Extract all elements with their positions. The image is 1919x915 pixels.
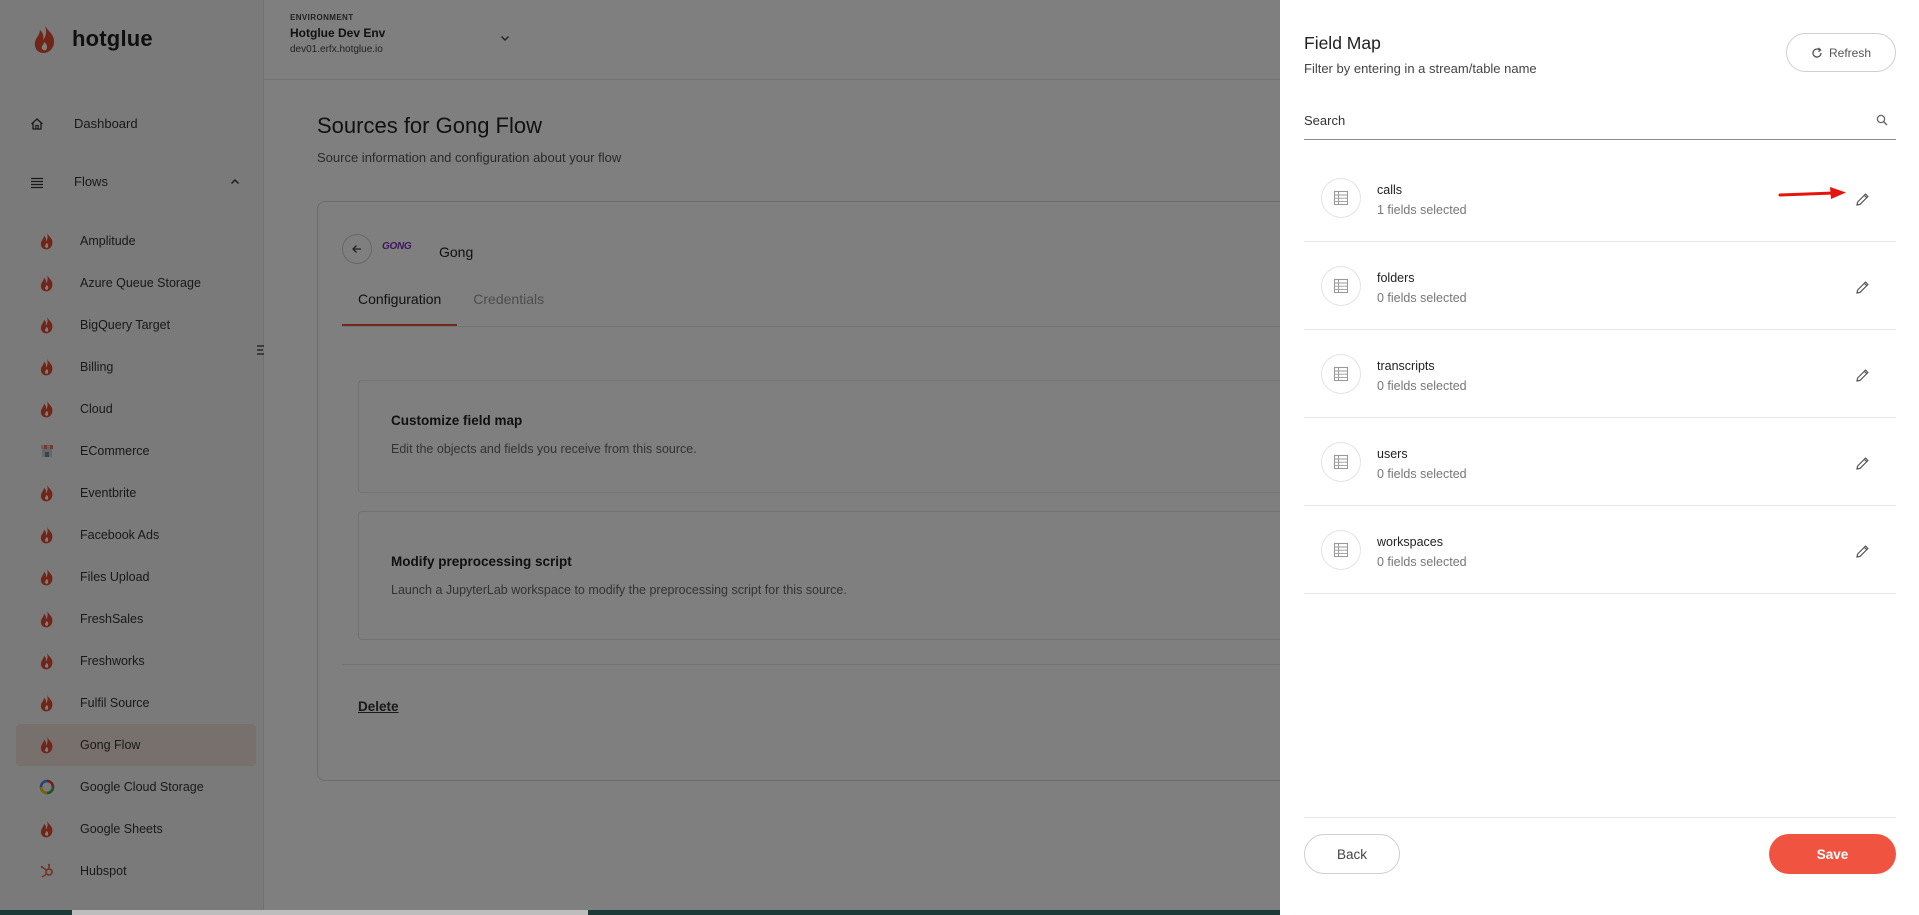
stream-field-count: 0 fields selected	[1377, 379, 1467, 393]
stream-row: calls 1 fields selected	[1304, 154, 1896, 242]
search-field	[1304, 104, 1896, 140]
modal-backdrop[interactable]	[0, 0, 1280, 915]
edit-pencil-icon[interactable]	[1852, 277, 1872, 297]
search-input[interactable]	[1304, 108, 1864, 132]
stream-row: folders 0 fields selected	[1304, 242, 1896, 330]
stream-field-count: 0 fields selected	[1377, 291, 1467, 305]
drawer-title: Field Map	[1304, 33, 1381, 53]
footer-divider	[1304, 817, 1896, 818]
annotation-arrow-icon	[1778, 186, 1848, 205]
table-icon	[1321, 442, 1361, 482]
field-map-drawer: Field Map Filter by entering in a stream…	[1280, 0, 1919, 915]
edit-pencil-icon[interactable]	[1852, 365, 1872, 385]
table-icon	[1321, 354, 1361, 394]
edit-pencil-icon[interactable]	[1852, 541, 1872, 561]
edit-pencil-icon[interactable]	[1852, 189, 1872, 209]
scrollbar-thumb[interactable]	[72, 910, 588, 915]
stream-field-count: 0 fields selected	[1377, 555, 1467, 569]
stream-name: calls	[1377, 183, 1403, 197]
refresh-icon	[1812, 47, 1822, 58]
refresh-button[interactable]: Refresh	[1786, 33, 1896, 72]
stream-field-count: 1 fields selected	[1377, 203, 1467, 217]
stream-list: calls 1 fields selected folders 0 fields se…	[1304, 154, 1896, 594]
back-button[interactable]: Back	[1304, 834, 1400, 874]
stream-field-count: 0 fields selected	[1377, 467, 1467, 481]
table-icon	[1321, 530, 1361, 570]
stream-row: transcripts 0 fields selected	[1304, 330, 1896, 418]
table-icon	[1321, 178, 1361, 218]
save-button[interactable]: Save	[1769, 834, 1896, 874]
edit-pencil-icon[interactable]	[1852, 453, 1872, 473]
stream-name: transcripts	[1377, 359, 1435, 373]
search-icon	[1876, 114, 1888, 126]
table-icon	[1321, 266, 1361, 306]
bottom-scrollbar[interactable]	[0, 910, 1280, 915]
refresh-label: Refresh	[1828, 45, 1872, 60]
drawer-subtitle: Filter by entering in a stream/table nam…	[1304, 61, 1537, 76]
stream-name: users	[1377, 447, 1408, 461]
stream-row: workspaces 0 fields selected	[1304, 506, 1896, 594]
stream-name: folders	[1377, 271, 1415, 285]
stream-row: users 0 fields selected	[1304, 418, 1896, 506]
stream-name: workspaces	[1377, 535, 1443, 549]
